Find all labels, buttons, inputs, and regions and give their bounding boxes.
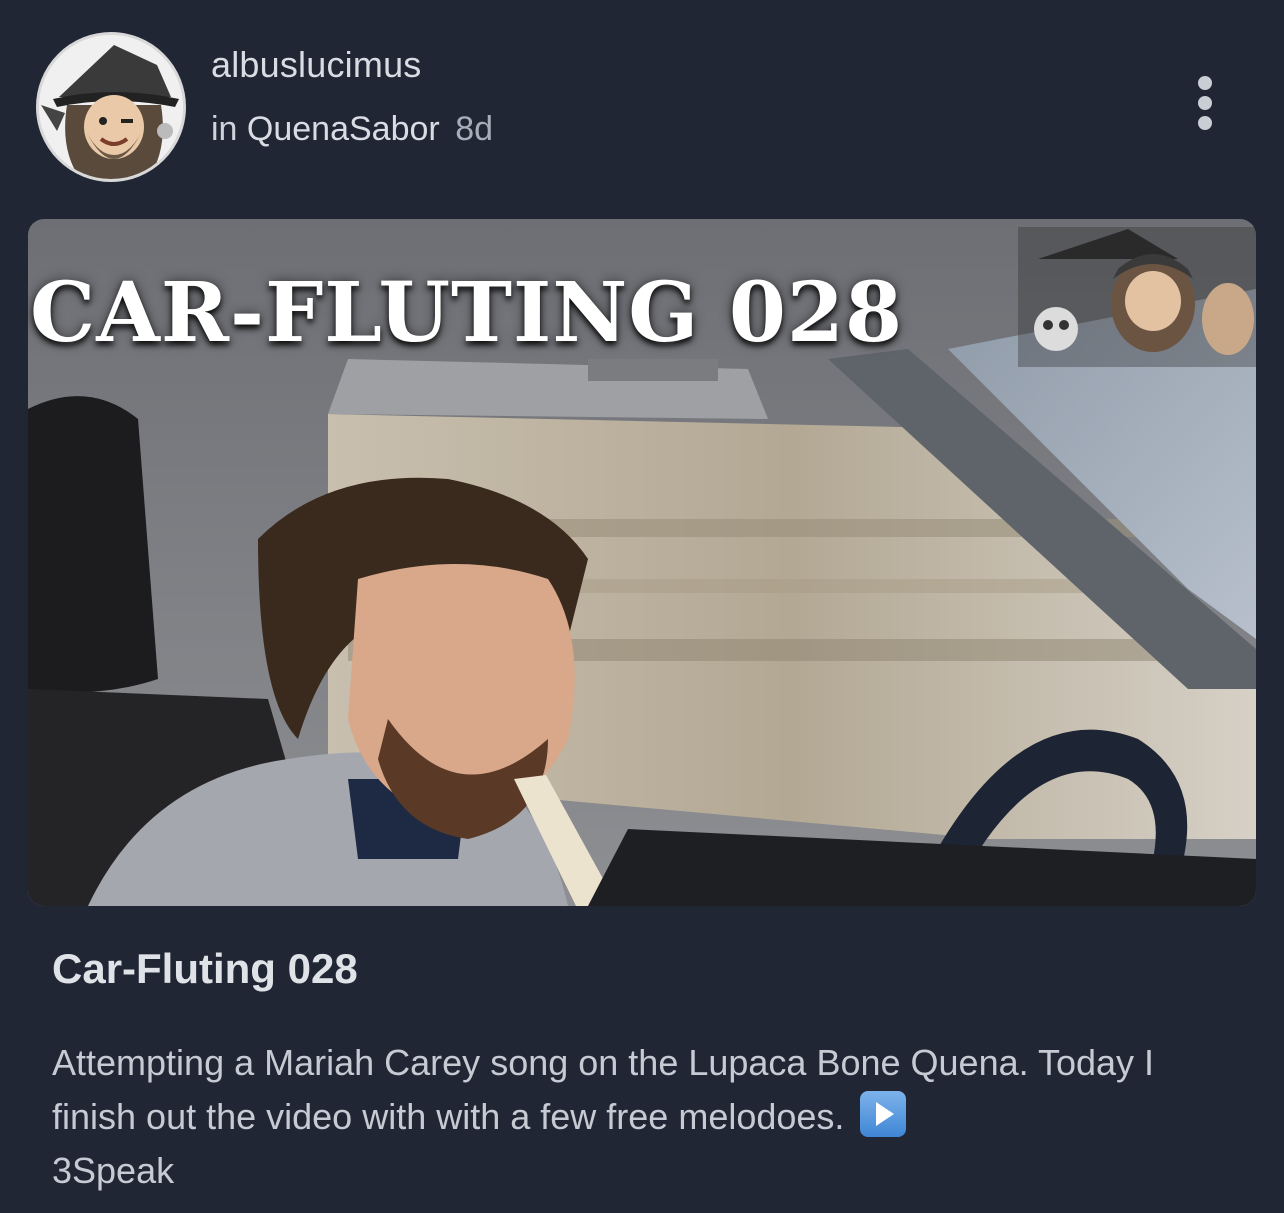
more-vertical-icon	[1198, 76, 1212, 90]
post-age: 8d	[455, 110, 494, 148]
more-options-button[interactable]	[1184, 70, 1226, 136]
thumbnail-title: CAR-FLUTING 028	[30, 265, 904, 361]
more-vertical-icon	[1198, 96, 1212, 110]
video-thumbnail[interactable]: CAR-FLUTING 028	[28, 219, 1256, 906]
more-vertical-icon	[1198, 116, 1212, 130]
author-name[interactable]: albuslucimus	[211, 44, 422, 86]
post-body-suffix: 3Speak	[52, 1150, 175, 1191]
post-meta: in QuenaSabor 8d	[211, 110, 493, 149]
post-header: albuslucimus in QuenaSabor 8d	[0, 0, 1284, 200]
post-title[interactable]: Car-Fluting 028	[52, 945, 358, 993]
author-avatar[interactable]	[36, 32, 186, 182]
post-body-text: Attempting a Mariah Carey song on the Lu…	[52, 1042, 1155, 1137]
wizard-avatar-icon	[39, 35, 183, 179]
play-button-icon	[860, 1091, 907, 1137]
post-body: Attempting a Mariah Carey song on the Lu…	[52, 1036, 1232, 1198]
community-prefix: in	[211, 110, 238, 148]
community-link[interactable]: QuenaSabor	[247, 110, 440, 148]
